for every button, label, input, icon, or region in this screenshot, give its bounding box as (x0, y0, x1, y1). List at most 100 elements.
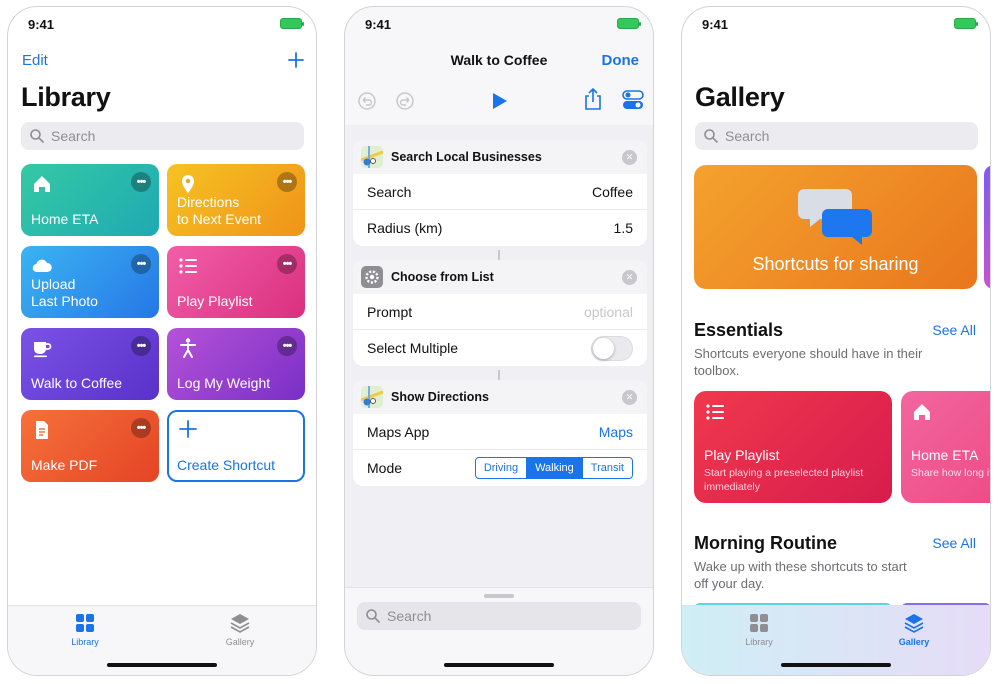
tab-library[interactable]: Library (719, 612, 799, 647)
person-icon (180, 338, 196, 358)
battery-icon (280, 18, 304, 29)
more-icon[interactable]: ••• (277, 172, 297, 192)
gallery-card-home-eta[interactable]: Home ETA Share how long it will take to … (901, 391, 990, 503)
action-connector (498, 250, 500, 260)
undo-icon[interactable] (357, 91, 377, 111)
more-icon[interactable]: ••• (277, 254, 297, 274)
page-title: Gallery (695, 82, 785, 112)
play-icon[interactable] (489, 91, 509, 111)
editor-toolbar: 9:41 Walk to Coffee Done (345, 7, 653, 125)
home-indicator (781, 663, 891, 667)
param-row[interactable]: Mode Driving Walking Transit (353, 450, 647, 486)
prompt-input[interactable]: optional (584, 304, 633, 320)
param-row[interactable]: Search Coffee (353, 174, 647, 210)
section-description: Shortcuts everyone should have in their … (694, 346, 923, 378)
list-icon (179, 258, 197, 274)
action-search-local-businesses[interactable]: Search Local Businesses ✕ Search Coffee … (353, 140, 647, 246)
remove-action-icon[interactable]: ✕ (622, 270, 637, 285)
done-button[interactable]: Done (602, 52, 640, 69)
action-show-directions[interactable]: Show Directions ✕ Maps App Maps Mode Dri… (353, 380, 647, 486)
chat-bubbles-icon (798, 189, 872, 245)
status-time: 9:41 (702, 17, 729, 32)
search-icon (366, 609, 380, 623)
grid-icon (76, 614, 94, 632)
gallery-card-play-playlist[interactable]: Play Playlist Start playing a preselecte… (694, 391, 892, 503)
search-icon (30, 129, 44, 143)
home-indicator (107, 663, 217, 667)
shortcut-tile-play-playlist[interactable]: ••• Play Playlist (167, 246, 305, 318)
settings-toggle-icon[interactable] (622, 89, 644, 111)
next-banner-peek[interactable] (984, 165, 990, 289)
search-input[interactable]: Search (695, 122, 978, 150)
select-multiple-toggle[interactable] (591, 335, 633, 361)
mode-option-driving[interactable]: Driving (476, 458, 528, 478)
param-row[interactable]: Select Multiple (353, 330, 647, 366)
editor-screen: 9:41 Walk to Coffee Done Search Local Bu… (344, 6, 654, 676)
redo-icon[interactable] (395, 91, 415, 111)
add-icon[interactable] (288, 52, 304, 68)
edit-button[interactable]: Edit (22, 52, 48, 69)
param-row[interactable]: Prompt optional (353, 294, 647, 330)
status-bar: 9:41 (8, 7, 316, 43)
house-icon (34, 176, 50, 192)
see-all-link[interactable]: See All (932, 322, 976, 338)
param-row[interactable]: Radius (km) 1.5 (353, 210, 647, 246)
tile-label: Make PDF (31, 457, 98, 473)
action-title: Show Directions (391, 390, 489, 404)
banner-title: Shortcuts for sharing (752, 254, 919, 274)
shortcut-tile-home-eta[interactable]: ••• Home ETA (21, 164, 159, 236)
tab-library[interactable]: Library (45, 612, 125, 647)
action-title: Choose from List (391, 270, 494, 284)
mode-option-walking[interactable]: Walking (527, 458, 583, 478)
more-icon[interactable]: ••• (131, 172, 151, 192)
featured-banner[interactable]: Shortcuts for sharing (694, 165, 977, 289)
create-shortcut-button[interactable]: Create Shortcut (167, 410, 305, 482)
gear-icon (361, 266, 383, 288)
share-icon[interactable] (583, 87, 603, 111)
more-icon[interactable]: ••• (277, 336, 297, 356)
more-icon[interactable]: ••• (131, 336, 151, 356)
action-choose-from-list[interactable]: Choose from List ✕ Prompt optional Selec… (353, 260, 647, 366)
create-shortcut-label: Create Shortcut (177, 457, 276, 473)
shortcut-tile-upload-photo[interactable]: ••• Upload Last Photo (21, 246, 159, 318)
library-screen: 9:41 Edit Library Search ••• Home ETA ••… (7, 6, 317, 676)
card-name: Home ETA (911, 447, 979, 463)
page-title: Library (21, 82, 111, 112)
actions-search-input[interactable]: Search (357, 602, 641, 630)
battery-icon (617, 18, 641, 29)
param-value[interactable]: Coffee (592, 184, 633, 200)
shortcut-tile-log-weight[interactable]: ••• Log My Weight (167, 328, 305, 400)
tab-gallery[interactable]: Gallery (200, 612, 280, 647)
see-all-link[interactable]: See All (932, 535, 976, 551)
param-label: Prompt (367, 303, 413, 320)
section-title: Morning Routine (694, 533, 837, 553)
shortcut-tile-make-pdf[interactable]: ••• Make PDF (21, 410, 159, 482)
remove-action-icon[interactable]: ✕ (622, 150, 637, 165)
action-connector (498, 370, 500, 380)
battery-icon (954, 18, 978, 29)
grid-icon (750, 614, 768, 632)
maps-app-value[interactable]: Maps (599, 424, 633, 440)
param-value[interactable]: 1.5 (614, 220, 633, 236)
layers-icon (230, 614, 250, 633)
param-row[interactable]: Maps App Maps (353, 414, 647, 450)
shortcut-tile-walk-to-coffee[interactable]: ••• Walk to Coffee (21, 328, 159, 400)
mode-option-transit[interactable]: Transit (583, 458, 632, 478)
tab-label: Gallery (225, 637, 255, 647)
status-bar: 9:41 (345, 7, 653, 43)
tab-label: Library (71, 637, 99, 647)
section-description: Wake up with these shortcuts to start of… (694, 559, 907, 591)
tab-gallery[interactable]: Gallery (874, 612, 954, 647)
more-icon[interactable]: ••• (131, 254, 151, 274)
action-header: Search Local Businesses ✕ (353, 140, 647, 174)
status-time: 9:41 (365, 17, 392, 32)
remove-action-icon[interactable]: ✕ (622, 390, 637, 405)
search-input[interactable]: Search (21, 122, 304, 150)
more-icon[interactable]: ••• (131, 418, 151, 438)
shortcut-tile-directions[interactable]: ••• Directions to Next Event (167, 164, 305, 236)
mode-segmented-control[interactable]: Driving Walking Transit (474, 457, 633, 479)
sheet-grabber[interactable] (484, 594, 514, 598)
tab-bar: Library Gallery (682, 605, 990, 675)
action-search-sheet: Search (345, 587, 653, 675)
tile-label: Play Playlist (177, 293, 253, 309)
